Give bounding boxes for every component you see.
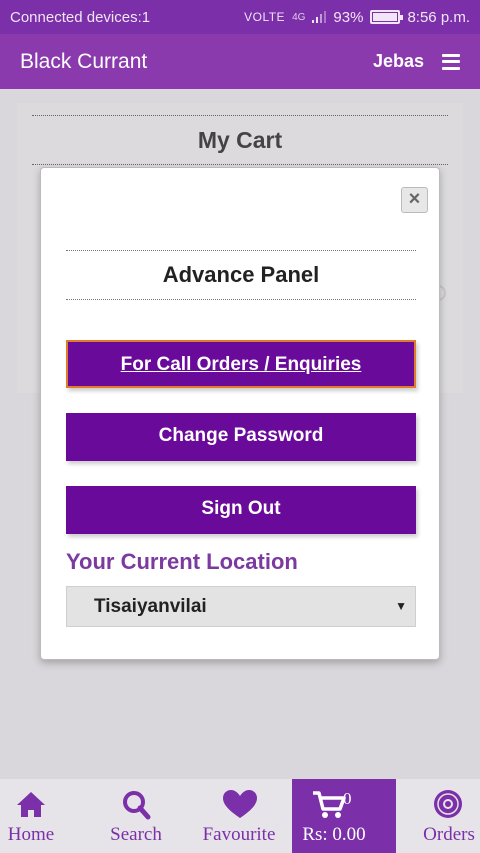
app-bar: Black Currant Jebas — [0, 34, 480, 89]
nav-search-label: Search — [110, 824, 162, 845]
battery-icon — [370, 10, 404, 24]
nav-orders-label: Orders — [423, 824, 475, 845]
dropdown-arrow-icon: ▼ — [395, 599, 407, 613]
location-select[interactable]: Tisaiyanvilai ▼ — [66, 586, 416, 627]
app-title[interactable]: Black Currant — [20, 50, 373, 74]
signal-strength-icon — [312, 11, 327, 23]
call-orders-button[interactable]: For Call Orders / Enquiries — [66, 340, 416, 388]
bottom-nav: Home Search Favourite 0 Rs: 0.00 Orders — [0, 779, 480, 853]
heart-icon — [223, 790, 257, 818]
connected-devices-text: Connected devices:1 — [10, 8, 151, 26]
status-bar: Connected devices:1 VOLTE 4G 93% 8:56 p.… — [0, 0, 480, 34]
sign-out-button[interactable]: Sign Out — [66, 486, 416, 534]
cart-count-badge: 0 — [343, 789, 352, 808]
cart-title: My Cart — [32, 115, 448, 165]
panel-title: Advance Panel — [66, 250, 416, 300]
location-selected-value: Tisaiyanvilai — [94, 596, 207, 617]
nav-home[interactable]: Home — [0, 779, 62, 853]
search-icon — [123, 791, 151, 820]
volte-indicator: VOLTE — [244, 10, 286, 24]
nav-orders[interactable]: Orders — [414, 779, 480, 853]
location-label: Your Current Location — [66, 549, 298, 574]
nav-home-label: Home — [7, 824, 55, 845]
change-password-button[interactable]: Change Password — [66, 413, 416, 461]
nav-cart[interactable]: 0 Rs: 0.00 — [292, 779, 396, 853]
home-icon — [17, 792, 45, 817]
clock: 8:56 p.m. — [407, 8, 470, 26]
advance-panel-modal: × Advance Panel For Call Orders / Enquir… — [40, 167, 440, 660]
user-name[interactable]: Jebas — [373, 51, 424, 72]
menu-icon[interactable] — [442, 53, 460, 70]
orders-badge-icon — [434, 790, 462, 818]
battery-percent: 93% — [333, 8, 364, 26]
network-type-icon: 4G — [292, 11, 306, 23]
nav-cart-total: Rs: 0.00 — [302, 824, 366, 845]
close-button[interactable]: × — [401, 187, 428, 213]
nav-search[interactable]: Search — [100, 779, 172, 853]
status-icons: VOLTE 4G 93% 8:56 p.m. — [244, 9, 470, 26]
